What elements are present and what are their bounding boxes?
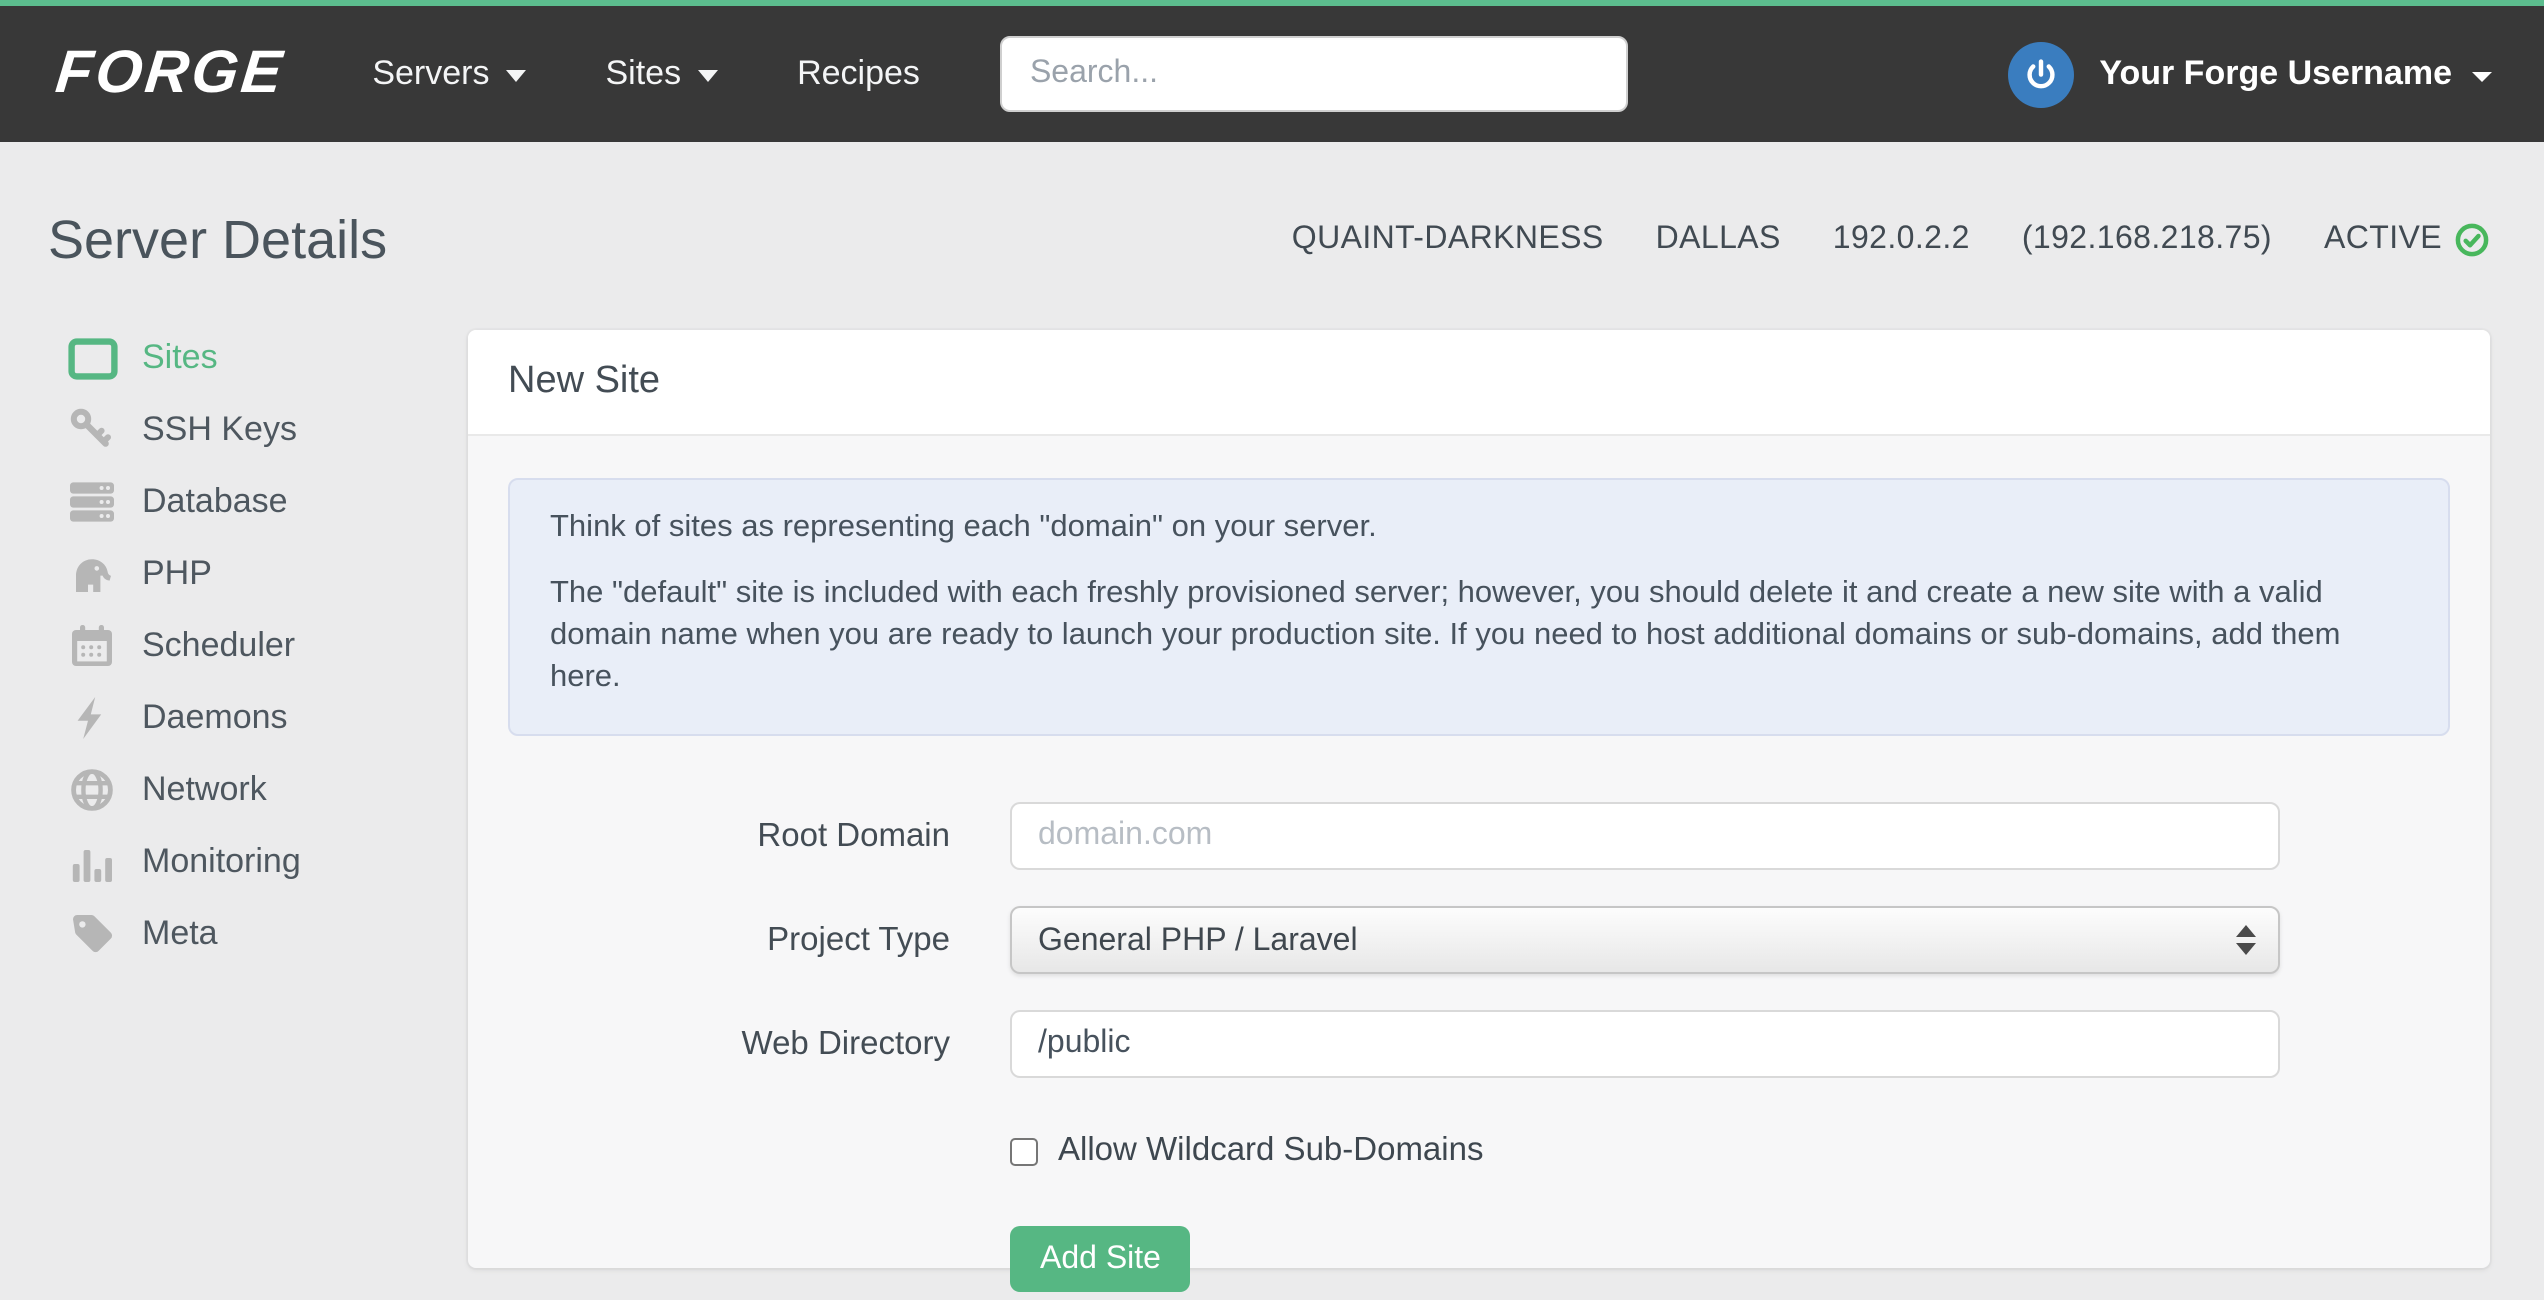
wildcard-subdomains-checkbox[interactable] — [1010, 1137, 1038, 1165]
search-input[interactable] — [999, 36, 1628, 112]
content-row: Sites SSH Keys Database PHP Scheduler Da… — [48, 330, 2490, 1292]
globe-icon — [66, 766, 118, 814]
browser-window-icon — [66, 337, 118, 379]
bar-chart-icon — [66, 838, 118, 886]
lightning-icon — [66, 694, 118, 742]
nav-servers-menu[interactable]: Servers — [372, 54, 526, 94]
key-icon — [66, 406, 118, 454]
web-directory-row: Web Directory — [508, 1010, 2450, 1078]
sidebar-item-monitoring[interactable]: Monitoring — [48, 826, 468, 898]
root-domain-field[interactable] — [1010, 802, 2280, 870]
nav-sites-label: Sites — [605, 54, 682, 92]
sidebar-item-network[interactable]: Network — [48, 754, 468, 826]
sidebar-label: Daemons — [142, 698, 288, 736]
check-circle-icon — [2455, 223, 2489, 257]
web-directory-label: Web Directory — [741, 1025, 950, 1061]
nav-servers-label: Servers — [372, 54, 490, 92]
card-header: New Site — [468, 330, 2490, 436]
tag-icon — [66, 910, 118, 958]
new-site-form: Root Domain Project Type General PHP / L… — [508, 802, 2450, 1300]
sidebar-item-database[interactable]: Database — [48, 466, 468, 538]
chevron-down-icon — [505, 70, 526, 82]
user-name: Your Forge Username — [2099, 54, 2452, 92]
sidebar-item-meta[interactable]: Meta — [48, 898, 468, 970]
elephant-icon — [66, 550, 118, 598]
page-header: Server Details QUAINT-DARKNESS DALLAS 19… — [48, 198, 2490, 282]
root-domain-label: Root Domain — [757, 817, 950, 853]
server-sidebar: Sites SSH Keys Database PHP Scheduler Da… — [48, 322, 468, 1268]
nav-recipes-label: Recipes — [797, 54, 920, 92]
project-type-row: Project Type General PHP / Laravel — [508, 906, 2450, 974]
user-menu[interactable]: Your Forge Username — [2099, 54, 2492, 94]
sidebar-label: PHP — [142, 554, 212, 592]
forge-logo[interactable]: FORGE — [52, 40, 288, 108]
sidebar-item-sites[interactable]: Sites — [48, 322, 468, 394]
server-meta: QUAINT-DARKNESS DALLAS 192.0.2.2 (192.16… — [1292, 222, 2490, 258]
top-navbar: FORGE Servers Sites Recipes Your Forge U… — [0, 0, 2544, 142]
wildcard-subdomains-row: Allow Wildcard Sub-Domains — [1010, 1132, 2450, 1170]
forge-app: FORGE Servers Sites Recipes Your Forge U… — [0, 0, 2544, 1300]
server-ip: 192.0.2.2 — [1832, 222, 1970, 256]
server-private-ip: (192.168.218.75) — [2021, 222, 2272, 256]
sidebar-label: SSH Keys — [142, 410, 297, 448]
calendar-icon — [66, 622, 118, 670]
status-badge: ACTIVE — [2324, 222, 2490, 258]
power-icon — [2021, 55, 2059, 93]
root-domain-row: Root Domain — [508, 802, 2450, 870]
main-content: Server Details QUAINT-DARKNESS DALLAS 19… — [0, 142, 2544, 1292]
submit-row: Add Site — [1010, 1226, 2450, 1300]
chevron-down-icon — [2472, 71, 2492, 81]
server-region: DALLAS — [1655, 222, 1781, 256]
info-box: Think of sites as representing each "dom… — [508, 478, 2450, 736]
sidebar-label: Network — [142, 770, 267, 808]
server-name: QUAINT-DARKNESS — [1291, 222, 1604, 256]
info-paragraph-1: Think of sites as representing each "dom… — [550, 510, 1377, 544]
sidebar-item-daemons[interactable]: Daemons — [48, 682, 468, 754]
card-body: Think of sites as representing each "dom… — [468, 436, 2490, 1300]
sidebar-label: Scheduler — [142, 626, 296, 664]
sidebar-label: Database — [142, 482, 288, 520]
sidebar-label: Sites — [142, 338, 218, 376]
status-label: ACTIVE — [2324, 222, 2442, 256]
card-title: New Site — [508, 360, 661, 402]
server-stack-icon — [66, 478, 118, 526]
info-paragraph-2: The "default" site is included with each… — [550, 576, 2341, 694]
sidebar-item-php[interactable]: PHP — [48, 538, 468, 610]
sidebar-label: Monitoring — [142, 842, 301, 880]
add-site-button[interactable]: Add Site — [1010, 1226, 1191, 1292]
page-title: Server Details — [48, 209, 388, 269]
sidebar-item-scheduler[interactable]: Scheduler — [48, 610, 468, 682]
sidebar-item-ssh-keys[interactable]: SSH Keys — [48, 394, 468, 466]
avatar[interactable] — [2007, 41, 2074, 107]
chevron-down-icon — [697, 70, 718, 82]
project-type-select[interactable]: General PHP / Laravel — [1010, 906, 2280, 974]
wildcard-subdomains-label: Allow Wildcard Sub-Domains — [1058, 1132, 1484, 1168]
nav-recipes-link[interactable]: Recipes — [797, 54, 920, 94]
project-type-label: Project Type — [767, 921, 950, 957]
web-directory-field[interactable] — [1010, 1010, 2280, 1078]
nav-sites-menu[interactable]: Sites — [606, 54, 718, 94]
sidebar-label: Meta — [142, 914, 218, 952]
new-site-card: New Site Think of sites as representing … — [468, 330, 2490, 1292]
